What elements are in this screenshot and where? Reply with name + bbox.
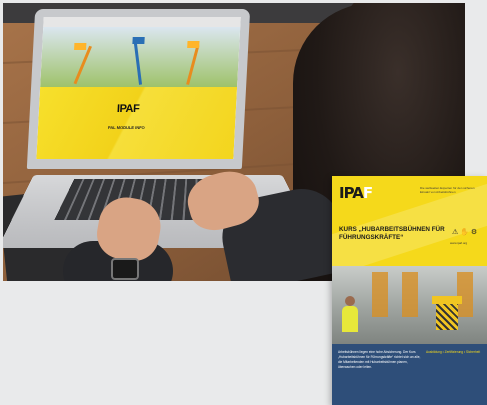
boom-lift	[73, 45, 92, 85]
screen-logo: IPAF	[116, 103, 140, 115]
flyer-warehouse-photo	[332, 266, 487, 344]
warehouse-shelf	[402, 272, 418, 317]
laptop-screen: IPAF PAL MODULE INFO	[36, 17, 241, 159]
ipaf-flyer: IPAF Die weltweiten Experten für den sic…	[332, 176, 487, 405]
screen-hero-image	[40, 27, 241, 87]
flyer-side-text: Ausbildung • Zertifizierung • Sicherheit	[426, 350, 481, 354]
scissor-lift-arms	[436, 304, 458, 330]
flyer-url: www.ipaf.org	[450, 241, 468, 245]
lift-basket	[187, 41, 200, 48]
flyer-title: KURS „HUBARBEITSBÜHNEN FÜR FÜHRUNGSKRÄFT…	[339, 226, 445, 241]
flyer-logo-main: IPA	[339, 184, 364, 202]
boom-lift	[186, 45, 200, 85]
lift-basket	[132, 37, 145, 44]
boom-lift	[133, 41, 143, 85]
screen-title: PAL MODULE INFO	[107, 125, 145, 130]
flyer-logo-accent: F	[362, 184, 373, 202]
warehouse-shelf	[372, 272, 388, 317]
flyer-body-text: Arbeitsbühnen liegen eine hohe Absicheru…	[338, 350, 421, 369]
lift-basket	[74, 43, 87, 50]
laptop-lid: IPAF PAL MODULE INFO	[26, 9, 251, 169]
flyer-logo: IPAF	[339, 184, 373, 202]
screen-yellow-band	[36, 87, 238, 159]
flyer-tagline: Die weltweiten Experten für den sicheren…	[420, 186, 475, 194]
scissor-lift	[432, 296, 462, 304]
worker-vest	[342, 306, 358, 332]
warehouse-shelf	[457, 272, 473, 317]
worker-head	[345, 296, 355, 306]
flyer-safety-icons: ⚠ ✋ ⚙	[452, 229, 478, 236]
wristwatch	[111, 258, 139, 280]
